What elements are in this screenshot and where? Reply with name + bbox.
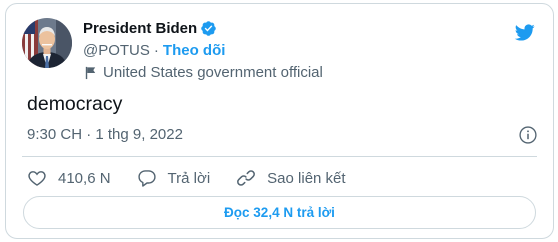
account-label: United States government official [103,63,323,81]
read-replies-button[interactable]: Đọc 32,4 N trả lời [23,196,536,229]
tweet-text: democracy [27,93,123,115]
divider [22,156,537,157]
separator-dot: · [153,41,159,59]
account-label-row: United States government official [83,61,323,83]
author-header: President Biden @POTUS · Theo dõi United… [83,18,323,83]
tweet-actions: 410,6 N Trả lời Sao liên kết [27,166,372,190]
reply-bubble-icon [137,170,156,187]
copy-link-button[interactable]: Sao liên kết [236,168,346,188]
author-name[interactable]: President Biden [83,20,197,37]
handle-row: @POTUS · Theo dõi [83,39,323,61]
info-icon[interactable] [518,125,538,145]
avatar-photo [22,18,72,68]
verified-badge-icon [200,20,217,37]
name-row: President Biden [83,18,323,38]
reply-label: Trả lời [167,169,211,187]
like-button[interactable]: 410,6 N [27,168,111,188]
reply-button[interactable]: Trả lời [137,168,211,188]
twitter-bird-icon[interactable] [512,22,537,43]
link-icon [237,170,256,186]
copy-link-label: Sao liên kết [267,169,346,187]
follow-button[interactable]: Theo dõi [163,42,226,59]
tweet-card: President Biden @POTUS · Theo dõi United… [5,3,554,239]
heart-icon [28,171,46,186]
author-handle[interactable]: @POTUS [83,42,150,59]
author-avatar[interactable] [22,18,72,68]
government-flag-icon [83,65,98,80]
like-count: 410,6 N [58,169,111,187]
tweet-timestamp[interactable]: 9:30 CH · 1 thg 9, 2022 [27,126,183,143]
